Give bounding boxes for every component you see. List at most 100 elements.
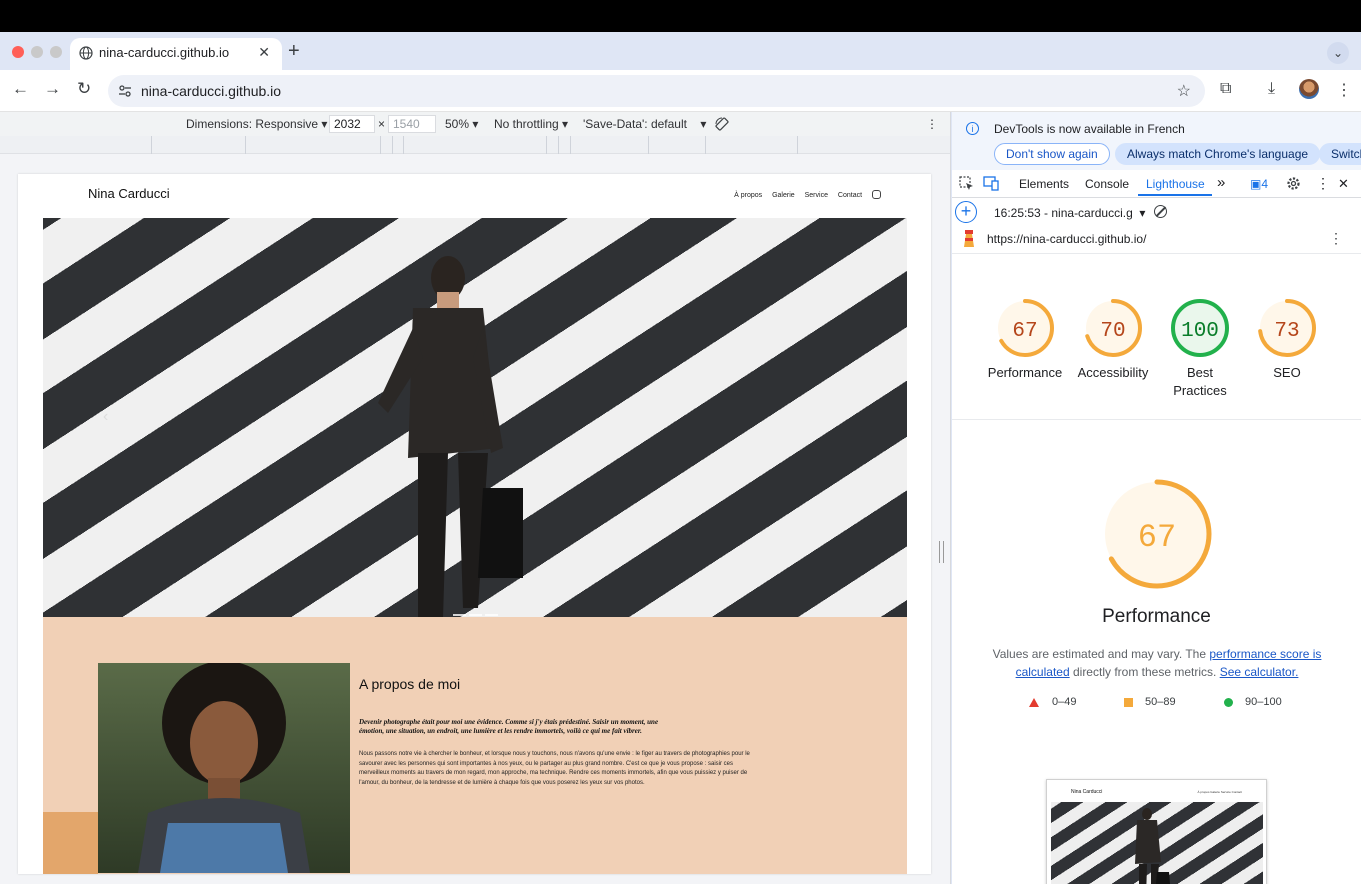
info-icon: i — [966, 122, 979, 135]
url-text[interactable]: nina-carducci.github.io — [141, 83, 281, 99]
hero-carousel[interactable]: ‹ — [43, 218, 907, 617]
tab-title: nina-carducci.github.io — [99, 45, 230, 60]
tab-elements[interactable]: Elements — [1019, 177, 1069, 191]
portrait-photo — [98, 663, 350, 873]
nav-service[interactable]: Service — [805, 192, 828, 199]
width-input[interactable]: 2032 — [329, 115, 375, 133]
profile-avatar[interactable] — [1299, 79, 1319, 99]
about-title: A propos de moi — [359, 676, 461, 692]
tab-lighthouse[interactable]: Lighthouse — [1146, 177, 1205, 191]
screen: nina-carducci.github.io ✕ + ⌄ ← → ↻ nina… — [0, 0, 1361, 884]
gauge-best-practices[interactable]: 100 Best Practices — [1156, 298, 1244, 400]
nav-about[interactable]: À propos — [734, 192, 762, 199]
chevron-down-icon: ▾ — [321, 117, 328, 131]
gauge-accessibility[interactable]: 70 Accessibility — [1069, 298, 1157, 382]
report-menu-icon[interactable]: ⋮ — [1329, 230, 1343, 247]
tab-search-button[interactable]: ⌄ — [1327, 42, 1349, 64]
pass-circle-icon — [1224, 698, 1233, 707]
close-devtools-icon[interactable]: ✕ — [1338, 176, 1349, 192]
inspect-element-icon[interactable] — [959, 176, 974, 191]
average-square-icon — [1124, 698, 1133, 707]
settings-gear-icon[interactable] — [1286, 176, 1301, 191]
device-toolbar: Dimensions: Responsive ▾ 2032 × 1540 50%… — [0, 112, 950, 136]
browser-toolbar: ← → ↻ nina-carducci.github.io ☆ ⧉ ⤓ ⋮ — [0, 70, 1361, 112]
issues-counter[interactable]: ▣4 — [1250, 177, 1268, 191]
active-tab-indicator — [1138, 194, 1212, 196]
devtools-menu-icon[interactable]: ⋮ — [1316, 175, 1330, 192]
infobar-message: DevTools is now available in French — [994, 122, 1185, 136]
more-tabs-icon[interactable]: » — [1217, 174, 1225, 191]
instagram-icon[interactable] — [872, 190, 881, 199]
main-gauge-ring: 67 — [1102, 479, 1211, 589]
fail-triangle-icon — [1029, 698, 1039, 707]
nav-contact[interactable]: Contact — [838, 192, 862, 199]
switch-language-button[interactable]: Switch — [1319, 143, 1361, 165]
about-section: A propos de moi Devenir photographe étai… — [43, 617, 907, 874]
tab-console[interactable]: Console — [1085, 177, 1129, 191]
nav-gallery[interactable]: Galerie — [772, 192, 795, 199]
see-calculator-link[interactable]: See calculator. — [1220, 665, 1299, 679]
download-icon[interactable]: ⤓ — [1268, 80, 1275, 98]
close-window-button[interactable] — [12, 46, 24, 58]
devtools-panel: i DevTools is now available in French Do… — [952, 112, 1361, 884]
bookmark-star-icon[interactable]: ☆ — [1177, 81, 1191, 101]
gauge-ring: 100 — [1171, 299, 1229, 357]
carousel-prev-icon[interactable]: ‹ — [103, 408, 108, 426]
site-info-icon[interactable] — [117, 83, 133, 99]
height-input[interactable]: 1540 — [388, 115, 436, 133]
score-description: Values are estimated and may vary. The p… — [992, 645, 1322, 681]
clear-reports-icon[interactable] — [1154, 205, 1167, 218]
chevron-down-icon: ▾ — [1139, 206, 1146, 220]
globe-icon — [79, 46, 93, 60]
save-data-dropdown[interactable]: 'Save-Data': default ▾ — [583, 117, 706, 131]
dimensions-dropdown[interactable]: Dimensions: Responsive ▾ — [186, 117, 327, 131]
reload-icon[interactable]: ↻ — [77, 79, 91, 99]
chevron-down-icon: ▾ — [562, 117, 569, 131]
chevron-down-icon: ▾ — [700, 117, 707, 131]
device-viewport-area: Dimensions: Responsive ▾ 2032 × 1540 50%… — [0, 112, 951, 884]
about-lead: Devenir photographe était pour moi une é… — [359, 718, 659, 735]
score-gauges: 67 Performance 70 Accessibility 100 Best… — [952, 254, 1361, 420]
new-report-button[interactable]: + — [955, 201, 977, 223]
page-screenshot-thumbnail[interactable]: Nina Carducci À propos Galerie Service C… — [1046, 779, 1267, 884]
media-query-ruler[interactable] — [0, 136, 950, 154]
desc-middle: directly from these metrics. — [1069, 665, 1220, 679]
emulated-page: Nina Carducci À propos Galerie Service C… — [18, 174, 931, 874]
site-title[interactable]: Nina Carducci — [88, 186, 170, 201]
about-body: Nous passons notre vie à chercher le bon… — [359, 751, 750, 786]
lighthouse-toolbar: + 16:25:53 - nina-carducci.g ▾ https://n… — [952, 198, 1361, 254]
zoom-dropdown[interactable]: 50% ▾ — [445, 117, 478, 131]
report-selector[interactable]: 16:25:53 - nina-carducci.g ▾ — [994, 206, 1145, 220]
chrome-menu-icon[interactable]: ⋮ — [1336, 80, 1352, 100]
minimize-window-button[interactable] — [31, 46, 43, 58]
device-toggle-icon[interactable] — [983, 176, 999, 191]
gauge-score: 67 — [1012, 320, 1037, 343]
gauge-score: 100 — [1181, 320, 1219, 343]
browser-tab[interactable]: nina-carducci.github.io ✕ — [70, 38, 282, 70]
always-match-language-button[interactable]: Always match Chrome's language — [1115, 143, 1321, 165]
lighthouse-icon — [964, 230, 974, 247]
maximize-window-button[interactable] — [50, 46, 62, 58]
devtools-tab-bar: Elements Console Lighthouse » ▣4 ⋮ ✕ — [952, 170, 1361, 198]
carousel-indicators[interactable] — [453, 603, 501, 617]
dont-show-again-button[interactable]: Don't show again — [994, 143, 1110, 165]
rotate-icon[interactable] — [714, 116, 730, 132]
main-category-title: Performance — [1102, 606, 1211, 627]
forward-icon[interactable]: → — [44, 79, 61, 99]
back-icon[interactable]: ← — [12, 79, 29, 99]
throttling-dropdown[interactable]: No throttling ▾ — [494, 117, 568, 131]
gauge-score: 70 — [1100, 320, 1125, 343]
device-more-icon[interactable]: ⋮ — [926, 117, 938, 131]
gauge-seo[interactable]: 73 SEO — [1243, 298, 1331, 382]
gauge-performance[interactable]: 67 Performance — [981, 298, 1069, 382]
extensions-icon[interactable]: ⧉ — [1220, 80, 1231, 98]
width-resize-handle[interactable] — [939, 541, 944, 563]
times-sign: × — [378, 117, 386, 131]
accent-block — [43, 812, 98, 874]
address-bar[interactable]: nina-carducci.github.io ☆ — [108, 75, 1205, 107]
close-tab-icon[interactable]: ✕ — [258, 44, 270, 61]
new-tab-button[interactable]: + — [288, 40, 300, 63]
audited-url: https://nina-carducci.github.io/ — [987, 232, 1147, 246]
legend-pass: 90–100 — [1245, 696, 1282, 708]
legend-average: 50–89 — [1145, 696, 1176, 708]
